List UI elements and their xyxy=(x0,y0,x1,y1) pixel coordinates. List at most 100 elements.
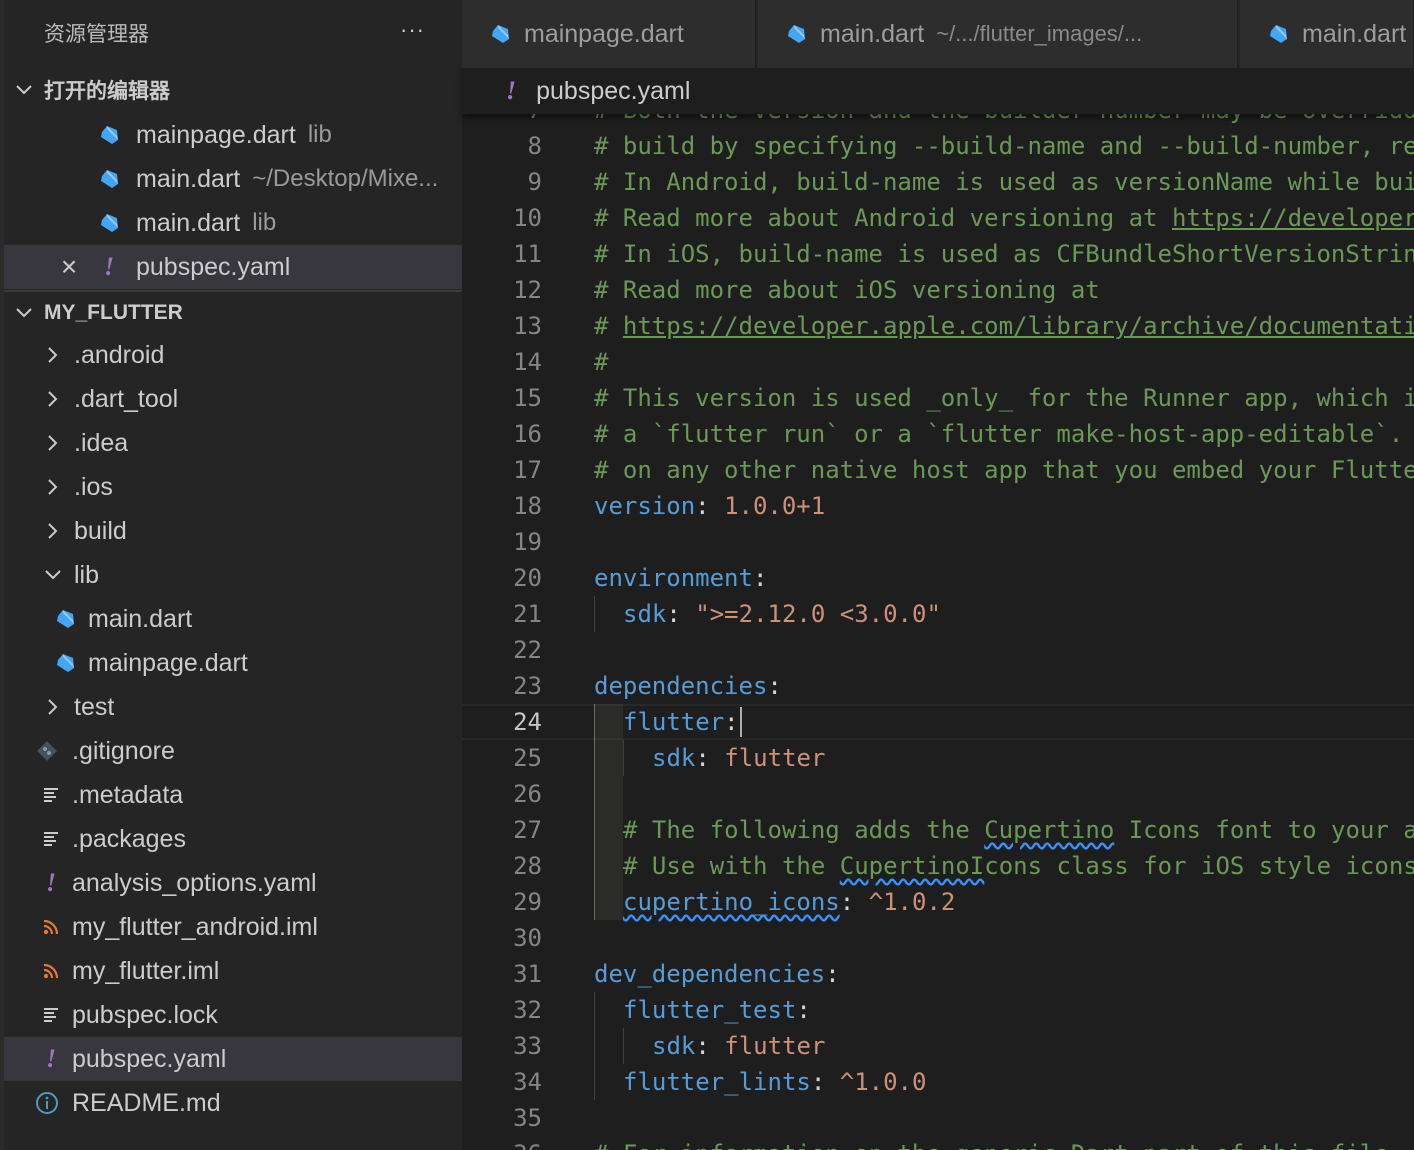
tree-file-pubspec-yaml[interactable]: ! pubspec.yaml xyxy=(4,1037,462,1081)
tree-folder-test[interactable]: test xyxy=(4,685,462,729)
spelling-squiggle: Cupertino xyxy=(984,816,1115,844)
yaml-key: sdk xyxy=(623,600,667,628)
file-description: lib xyxy=(307,121,332,148)
file-name: main.dart xyxy=(136,208,241,237)
file-name: .metadata xyxy=(72,780,184,809)
indent-guide xyxy=(594,704,623,740)
chevron-right-icon xyxy=(40,386,66,412)
tree-file-my-flutter-iml[interactable]: my_flutter.iml xyxy=(4,949,462,993)
code-line: 7 # Both the version and the builder numb… xyxy=(462,114,1414,128)
comment-text: # xyxy=(594,348,609,376)
tab-mainpage-dart[interactable]: mainpage.dart xyxy=(462,0,756,68)
code-line: 14 # xyxy=(462,344,1414,380)
comment-link: https://developer.apple.com/library/arch… xyxy=(622,312,1414,340)
rss-icon xyxy=(38,958,64,984)
breadcrumb-file[interactable]: pubspec.yaml xyxy=(536,77,690,106)
code-content: # https://developer.apple.com/library/ar… xyxy=(594,308,1414,344)
tree-folder-dart-tool[interactable]: .dart_tool xyxy=(4,377,462,421)
tree-file-mainpage-dart[interactable]: mainpage.dart xyxy=(4,641,462,685)
indent-guide xyxy=(594,812,623,848)
tree-folder-ios[interactable]: .ios xyxy=(4,465,462,509)
code-line: 23 dependencies: xyxy=(462,668,1414,704)
indent-guide xyxy=(594,776,623,812)
tree-file-my-flutter-android-iml[interactable]: my_flutter_android.iml xyxy=(4,905,462,949)
file-name: analysis_options.yaml xyxy=(72,868,317,897)
tab-main-dart-flutter-images[interactable]: main.dart ~/.../flutter_images/... xyxy=(758,0,1238,68)
open-editor-pubspec-yaml[interactable]: × ! pubspec.yaml xyxy=(4,245,462,289)
comment-text: # a `flutter run` or a `flutter make-hos… xyxy=(594,420,1404,448)
line-number: 9 xyxy=(527,168,542,196)
line-number: 14 xyxy=(513,348,542,376)
code-line: 9 # In Android, build-name is used as ver… xyxy=(462,164,1414,200)
comment-text: # Use with the xyxy=(623,852,840,880)
indent-guide xyxy=(594,596,623,632)
yaml-colon: : xyxy=(666,600,681,628)
yaml-value: 1.0.0+1 xyxy=(724,492,826,520)
chevron-right-icon xyxy=(40,342,66,368)
tree-file-gitignore[interactable]: .gitignore xyxy=(4,729,462,773)
code-line: 11 # In iOS, build-name is used as CFBund… xyxy=(462,236,1414,272)
code-content: sdk: flutter xyxy=(594,1028,825,1064)
comment-text: # xyxy=(594,312,623,340)
comment-text: # In Android, build-name is used as vers… xyxy=(594,168,1414,196)
folder-name: lib xyxy=(74,560,100,589)
comment-text: Icons font to your a xyxy=(1114,816,1414,844)
code-content: # Read more about iOS versioning at xyxy=(594,272,1100,308)
yaml-icon: ! xyxy=(506,76,517,105)
line-number: 28 xyxy=(513,852,542,880)
open-editor-mainpage-dart[interactable]: mainpage.dart lib xyxy=(4,113,462,157)
code-line: 21 sdk: ">=2.12.0 <3.0.0" xyxy=(462,596,1414,632)
tree-file-metadata[interactable]: .metadata xyxy=(4,773,462,817)
code-line: 20 environment: xyxy=(462,560,1414,596)
code-line: 19 xyxy=(462,524,1414,560)
chevron-right-icon xyxy=(40,518,66,544)
code-content: # In iOS, build-name is used as CFBundle… xyxy=(594,236,1414,272)
yaml-key: cupertino_icons xyxy=(623,888,840,916)
tree-file-packages[interactable]: .packages xyxy=(4,817,462,861)
yaml-value: ^1.0.0 xyxy=(839,1068,927,1096)
tree-folder-build[interactable]: build xyxy=(4,509,462,553)
tree-file-pubspec-lock[interactable]: pubspec.lock xyxy=(4,993,462,1037)
tree-file-readme-md[interactable]: README.md xyxy=(4,1081,462,1125)
code-editor[interactable]: 7 # Both the version and the builder numb… xyxy=(462,114,1414,1150)
tree-folder-android[interactable]: .android xyxy=(4,333,462,377)
yaml-key: flutter_test xyxy=(623,996,797,1024)
dart-icon xyxy=(784,22,808,46)
tab-main-dart[interactable]: main.dart xyxy=(1240,0,1414,68)
line-number: 20 xyxy=(513,564,542,592)
line-number: 33 xyxy=(513,1032,542,1060)
comment-link: https://developer xyxy=(1171,204,1414,232)
code-line: 33 sdk: flutter xyxy=(462,1028,1414,1064)
text-cursor xyxy=(739,707,742,737)
info-icon xyxy=(34,1090,60,1116)
close-icon[interactable]: × xyxy=(56,251,82,282)
code-content: flutter_lints: ^1.0.0 xyxy=(594,1064,926,1100)
comment-text: # Read more about iOS versioning at xyxy=(594,276,1100,304)
open-editor-main-dart-desktop[interactable]: main.dart ~/Desktop/Mixe... xyxy=(4,157,462,201)
tree-folder-idea[interactable]: .idea xyxy=(4,421,462,465)
more-actions-button[interactable]: ··· xyxy=(400,0,425,68)
chevron-down-icon xyxy=(4,84,44,96)
comment-text: # build by specifying --build-name and -… xyxy=(594,132,1414,160)
line-number: 10 xyxy=(513,204,542,232)
project-section-header[interactable]: MY_FLUTTER xyxy=(4,290,462,334)
explorer-sidebar: 资源管理器 ··· 打开的编辑器 mainpage.dart lib main.… xyxy=(0,0,462,1150)
tree-file-main-dart[interactable]: main.dart xyxy=(4,597,462,641)
file-name: main.dart xyxy=(88,604,193,633)
file-name: pubspec.yaml xyxy=(136,252,291,281)
open-editors-section-header[interactable]: 打开的编辑器 xyxy=(4,68,462,112)
tree-folder-lib[interactable]: lib xyxy=(4,553,462,597)
code-content: # xyxy=(594,344,608,380)
comment-text: # This version is used _only_ for the Ru… xyxy=(594,384,1414,412)
code-line: 22 xyxy=(462,632,1414,668)
code-content: # In Android, build-name is used as vers… xyxy=(594,164,1414,200)
open-editor-main-dart-lib[interactable]: main.dart lib xyxy=(4,201,462,245)
indent-guide xyxy=(594,848,623,884)
tree-file-analysis-options-yaml[interactable]: ! analysis_options.yaml xyxy=(4,861,462,905)
file-name: main.dart xyxy=(136,164,241,193)
line-number: 30 xyxy=(513,924,542,952)
yaml-value: ">=2.12.0 <3.0.0" xyxy=(695,600,941,628)
